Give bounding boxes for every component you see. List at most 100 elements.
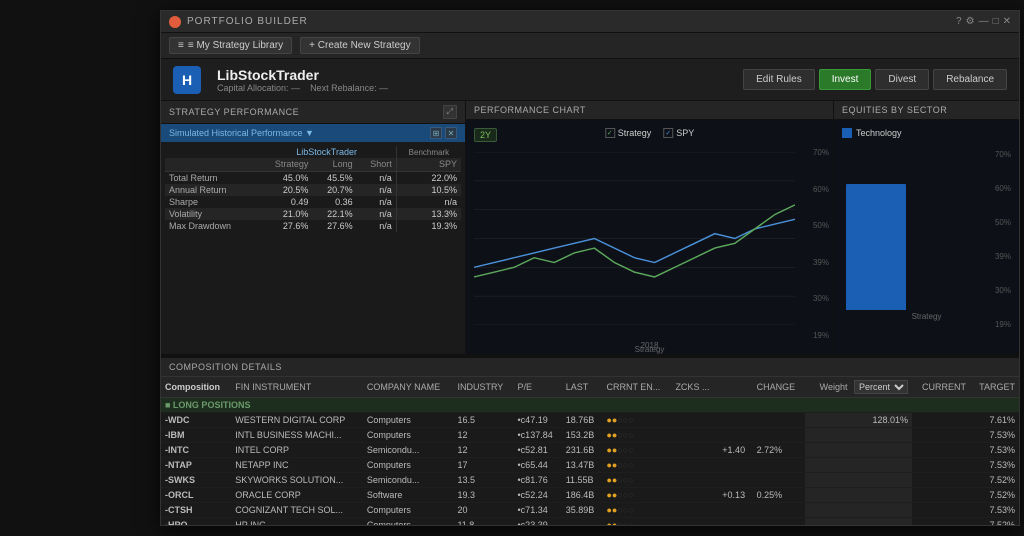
th-long: Long (312, 158, 356, 172)
sector-legend-label: Technology (856, 128, 902, 138)
rebalance-button[interactable]: Rebalance (933, 69, 1007, 90)
strategy-performance-header: STRATEGY PERFORMANCE ⤢ (161, 101, 465, 124)
long-val: 20.7% (312, 184, 356, 196)
weight (805, 458, 913, 473)
last: •c65.44 (514, 458, 562, 473)
change (718, 503, 752, 518)
spy-val: n/a (396, 196, 461, 208)
sector-legend: Technology (842, 128, 1011, 138)
pe: 16.5 (453, 413, 513, 428)
industry: Computers (363, 413, 454, 428)
strategy-val: 20.5% (258, 184, 313, 196)
curr-pct (912, 428, 970, 443)
last: •c47.19 (514, 413, 562, 428)
settings-icon[interactable]: ⚙ (966, 16, 975, 27)
industry: Software (363, 488, 454, 503)
zcks: ●●○○○ (602, 458, 671, 473)
current (753, 473, 805, 488)
strategy-val: 0.49 (258, 196, 313, 208)
th-current: CURRENT (912, 377, 970, 398)
short-val: n/a (357, 172, 397, 185)
current (753, 413, 805, 428)
my-strategy-library-button[interactable]: ≡ ≡ My Strategy Library (169, 37, 292, 54)
sub-ctrl-btn2[interactable]: ✕ (445, 127, 457, 139)
last: •c71.34 (514, 503, 562, 518)
equities-sector-panel: EQUITIES BY SECTOR Technology 70% 60% 50… (834, 101, 1019, 354)
strategy-sub: Capital Allocation: — Next Rebalance: — (217, 83, 727, 93)
zcks: ●●○○○ (602, 488, 671, 503)
spy-val: 22.0% (396, 172, 461, 185)
menu-label: ≡ My Strategy Library (188, 40, 283, 51)
curr-pct (912, 488, 970, 503)
weight (805, 503, 913, 518)
th-composition: Composition (161, 377, 231, 398)
sector-bars (842, 142, 1011, 310)
th-crrnt: CRRNT EN... (602, 377, 671, 398)
chart-period[interactable]: 2Y (474, 128, 497, 142)
long-val: 27.6% (312, 220, 356, 232)
th-spy: SPY (396, 158, 461, 172)
curr-en: 18.76B (562, 413, 603, 428)
table-row: -IBM INTL BUSINESS MACHI... Computers 12… (161, 428, 1019, 443)
expand-btn[interactable]: ⤢ (443, 105, 457, 119)
sub-panel-title[interactable]: Simulated Historical Performance ▼ (169, 128, 314, 138)
help-icon[interactable]: ? (956, 16, 962, 27)
divest-button[interactable]: Divest (875, 69, 929, 90)
company: WESTERN DIGITAL CORP (231, 413, 363, 428)
close-button[interactable]: ✕ (1003, 16, 1011, 27)
th-strategy: Strategy (258, 158, 313, 172)
weight-label: Weight (820, 382, 848, 392)
long-val: 22.1% (312, 208, 356, 220)
weight-type-select[interactable]: Percent (854, 380, 908, 394)
curr-pct (912, 518, 970, 526)
col-libstock (165, 146, 258, 158)
spy-val: 19.3% (396, 220, 461, 232)
current (753, 503, 805, 518)
row-label: Max Drawdown (165, 220, 258, 232)
last: •c52.24 (514, 488, 562, 503)
industry: Computers (363, 518, 454, 526)
ticker: -NTAP (161, 458, 231, 473)
current: 0.25% (753, 488, 805, 503)
weight (805, 488, 913, 503)
th-weight: Weight Percent (805, 377, 913, 398)
create-new-strategy-button[interactable]: + Create New Strategy (300, 37, 419, 54)
weight (805, 473, 913, 488)
table-row: -INTC INTEL CORP Semicondu... 12 •c52.81… (161, 443, 1019, 458)
menu-icon: ≡ (178, 40, 184, 51)
legend-spy-label: SPY (676, 128, 694, 138)
long-val: 0.36 (312, 196, 356, 208)
company: SKYWORKS SOLUTION... (231, 473, 363, 488)
pe: 13.5 (453, 473, 513, 488)
table-row: -CTSH COGNIZANT TECH SOL... Computers 20… (161, 503, 1019, 518)
maximize-button[interactable]: □ (993, 16, 999, 27)
edit-rules-button[interactable]: Edit Rules (743, 69, 815, 90)
last: •c137.84 (514, 428, 562, 443)
target: 7.52% (970, 488, 1019, 503)
th-change: CHANGE (753, 377, 805, 398)
curr-pct (912, 503, 970, 518)
table-row: -HPQ HP INC Computers 11.8 •c23.39 ●●○○○ (161, 518, 1019, 526)
change (718, 473, 752, 488)
dots2 (671, 413, 718, 428)
equities-title: EQUITIES BY SECTOR (842, 105, 947, 115)
minimize-button[interactable]: — (979, 16, 989, 27)
pe: 12 (453, 443, 513, 458)
change: +0.13 (718, 488, 752, 503)
composition-header: COMPOSITION DETAILS (161, 358, 1019, 377)
target: 7.53% (970, 443, 1019, 458)
invest-button[interactable]: Invest (819, 69, 872, 90)
chart-legend: ✓ Strategy ✓ SPY (605, 128, 695, 138)
chart-title: PERFORMANCE CHART (474, 105, 586, 115)
dots2 (671, 428, 718, 443)
strategy-header: H LibStockTrader Capital Allocation: — N… (161, 59, 1019, 101)
app-title: PORTFOLIO BUILDER (187, 16, 308, 27)
create-strategy-label: + Create New Strategy (309, 40, 410, 51)
sub-ctrl-btn1[interactable]: ⊞ (430, 127, 442, 139)
composition-title: COMPOSITION DETAILS (169, 362, 282, 372)
strategy-performance-panel: STRATEGY PERFORMANCE ⤢ Simulated Histori… (161, 101, 466, 354)
table-header-row: Composition FIN INSTRUMENT COMPANY NAME … (161, 377, 1019, 398)
industry: Computers (363, 458, 454, 473)
weight (805, 428, 913, 443)
long-positions-header: ■ LONG POSITIONS (161, 398, 1019, 413)
